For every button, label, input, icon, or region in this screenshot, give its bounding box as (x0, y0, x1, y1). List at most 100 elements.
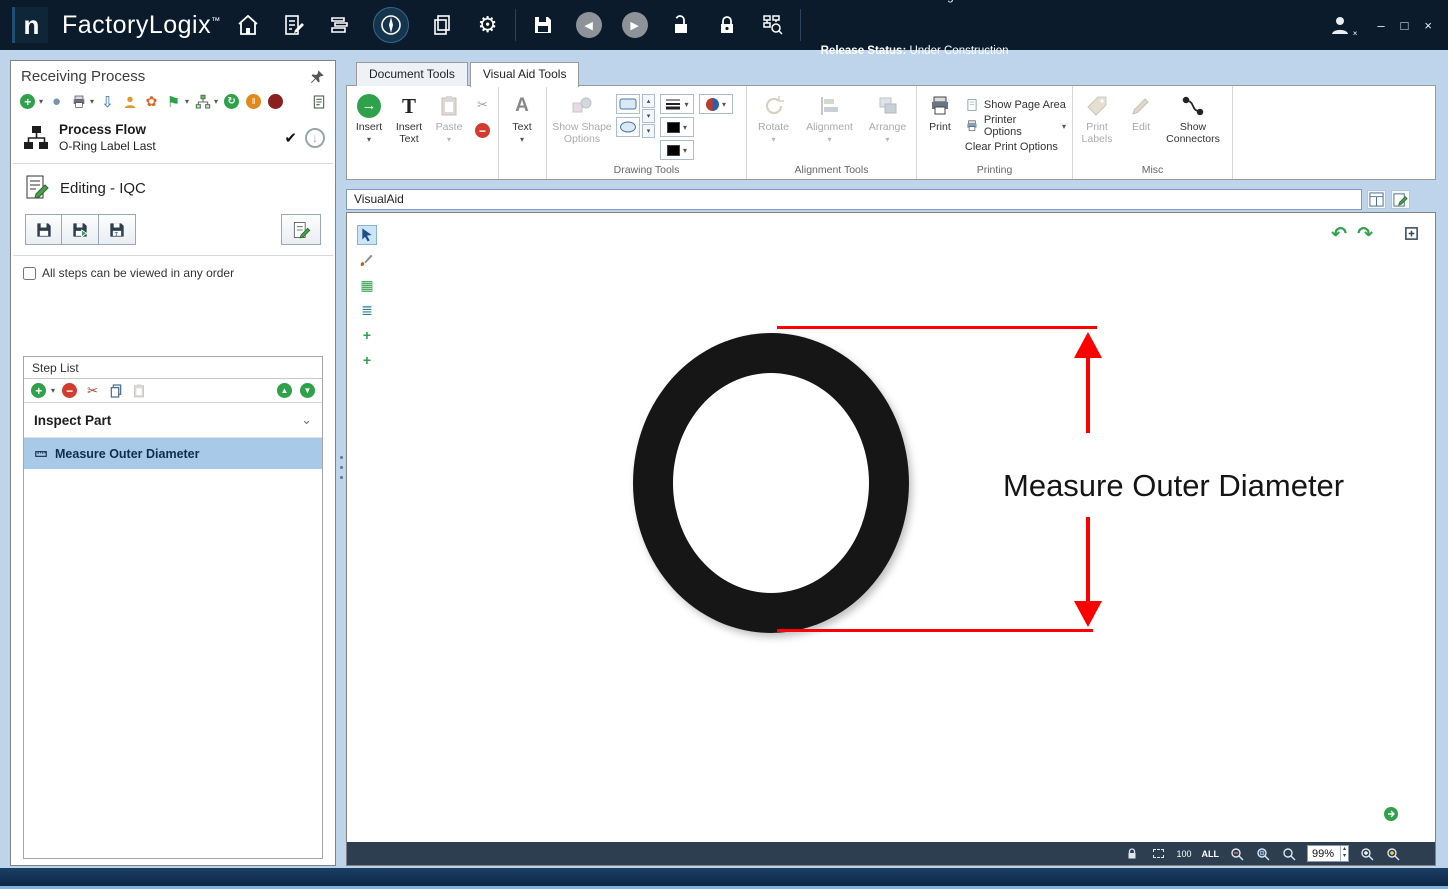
chevron-down-icon[interactable]: ⌄ (301, 412, 312, 428)
forms-icon[interactable] (281, 12, 307, 38)
add-step-dropdown-icon[interactable]: ▾ (51, 386, 55, 395)
step-row-measure-outer-diameter[interactable]: Measure Outer Diameter (24, 438, 322, 469)
release-icon[interactable]: ↻ (223, 93, 240, 110)
forward-icon[interactable]: ▶ (622, 12, 648, 38)
hold-icon[interactable]: ‖ (245, 93, 262, 110)
edit-form-button[interactable] (281, 214, 321, 245)
print-button[interactable]: Print (920, 90, 960, 133)
zoom-spin-up-icon[interactable]: ▴ (1341, 846, 1348, 853)
panel-splitter[interactable] (339, 445, 344, 489)
gallery-more-button[interactable]: ▾ (642, 124, 655, 138)
pin-icon[interactable] (308, 68, 325, 85)
gallery-down-button[interactable]: ▾ (642, 109, 655, 123)
cut-step-icon[interactable]: ✂ (84, 382, 101, 399)
flag-dropdown-icon[interactable]: ▾ (185, 97, 189, 106)
format-brush-icon[interactable] (357, 250, 377, 270)
settings-gear-icon[interactable]: ⚙ (475, 12, 501, 38)
delete-icon[interactable]: − (474, 122, 491, 139)
process-flow-row[interactable]: Process Flow O-Ring Label Last ✔ ↓ (11, 116, 335, 163)
zoom-all-button[interactable]: ALL (1202, 849, 1220, 859)
insert-text-button[interactable]: T Insert Text (390, 90, 428, 145)
maximize-button[interactable]: □ (1401, 18, 1409, 33)
close-button[interactable]: × (1424, 18, 1432, 33)
add-connector-tool-icon[interactable]: + (357, 350, 377, 370)
edit-button[interactable]: Edit (1124, 90, 1158, 133)
paste-button[interactable]: Paste ▾ (430, 90, 468, 144)
selection-zoom-icon[interactable] (1150, 846, 1166, 862)
minimize-button[interactable]: – (1377, 18, 1384, 33)
documents-icon[interactable] (429, 12, 455, 38)
flag-icon[interactable]: ⚑ (165, 93, 182, 110)
zoom-100-button[interactable]: 100 (1176, 849, 1191, 859)
grid-tool-icon[interactable]: ▦ (357, 275, 377, 295)
align-tool-icon[interactable]: ≣ (357, 300, 377, 320)
step-group-row[interactable]: Inspect Part ⌄ (24, 403, 322, 438)
fill-color-picker[interactable]: ▾ (660, 140, 694, 160)
rectangle-shape-button[interactable] (616, 94, 640, 114)
copy-step-icon[interactable] (107, 382, 124, 399)
rotate-button[interactable]: Rotate ▾ (752, 90, 796, 144)
move-step-up-icon[interactable]: ▲ (276, 382, 293, 399)
tree-dropdown-icon[interactable]: ▾ (214, 97, 218, 106)
operator-icon[interactable] (121, 93, 138, 110)
user-icon[interactable]: × (1327, 12, 1353, 38)
import-icon[interactable]: ⇩ (99, 93, 116, 110)
visualaid-name-field[interactable]: VisualAid (346, 189, 1362, 210)
lock-zoom-icon[interactable] (1124, 846, 1140, 862)
redo-icon[interactable]: ↷ (1357, 223, 1373, 246)
edit-visualaid-icon[interactable] (1391, 190, 1410, 209)
select-tool-icon[interactable] (357, 225, 377, 245)
undo-icon[interactable]: ↶ (1331, 223, 1347, 246)
fit-view-icon[interactable] (1383, 806, 1399, 827)
add-dropdown-icon[interactable]: ▾ (39, 97, 43, 106)
save-template-button[interactable]: T (99, 214, 136, 245)
tab-document-tools[interactable]: Document Tools (356, 62, 468, 86)
shape-color-picker[interactable]: ▾ (699, 94, 733, 114)
globe-icon[interactable]: ● (48, 93, 65, 110)
add-step-icon[interactable]: + (30, 382, 47, 399)
printer-options-button[interactable]: Printer Options ▾ (962, 117, 1069, 135)
zoom-spin-arrows[interactable]: ▴ ▾ (1340, 846, 1348, 861)
print-icon[interactable] (70, 93, 87, 110)
show-shape-options-button[interactable]: Show Shape Options (550, 90, 614, 145)
remove-step-icon[interactable]: − (61, 382, 78, 399)
order-checkbox[interactable] (23, 267, 36, 280)
properties-grid-icon[interactable] (1367, 190, 1386, 209)
process-search-icon[interactable] (760, 12, 786, 38)
text-button[interactable]: A Text ▾ (502, 90, 542, 144)
back-icon[interactable]: ◀ (576, 12, 602, 38)
expand-icon[interactable] (1404, 226, 1419, 246)
print-labels-button[interactable]: Print Labels (1076, 90, 1118, 145)
line-style-picker[interactable]: ▾ (660, 94, 694, 114)
clear-print-options-button[interactable]: Clear Print Options (962, 138, 1069, 156)
zoom-fit-icon[interactable] (1385, 846, 1401, 862)
zoom-spin-down-icon[interactable]: ▾ (1341, 853, 1348, 860)
arrange-button[interactable]: Arrange ▾ (864, 90, 912, 144)
tree-icon[interactable] (194, 93, 211, 110)
collapse-circle-icon[interactable]: ↓ (305, 128, 325, 148)
library-icon[interactable] (327, 12, 353, 38)
add-shape-tool-icon[interactable]: + (357, 325, 377, 345)
paste-step-icon[interactable] (130, 382, 147, 399)
insert-button[interactable]: → Insert ▾ (350, 90, 388, 144)
home-icon[interactable] (235, 12, 261, 38)
line-color-picker[interactable]: ▾ (660, 117, 694, 137)
design-canvas[interactable]: ▦ ≣ + + ↶ ↷ Measure Outer Diameter 100 A… (346, 212, 1436, 866)
move-step-down-icon[interactable]: ▼ (299, 382, 316, 399)
print-dropdown-icon[interactable]: ▾ (90, 97, 94, 106)
show-connectors-button[interactable]: Show Connectors (1164, 90, 1222, 145)
compass-navigation-icon[interactable] (373, 7, 409, 43)
save-button[interactable] (25, 214, 62, 245)
save-publish-button[interactable] (62, 214, 99, 245)
show-page-area-button[interactable]: Show Page Area (962, 96, 1069, 114)
zoom-page-icon[interactable] (1281, 846, 1297, 862)
stop-icon[interactable]: ● (267, 93, 284, 110)
gallery-up-button[interactable]: ▴ (642, 94, 655, 108)
notes-icon[interactable] (310, 93, 327, 110)
unlock-icon[interactable] (668, 12, 694, 38)
ellipse-shape-button[interactable] (616, 117, 640, 137)
zoom-region-icon[interactable] (1255, 846, 1271, 862)
zoom-level-spinner[interactable]: 99% ▴ ▾ (1307, 845, 1349, 862)
zoom-out-icon[interactable] (1229, 846, 1245, 862)
options-flower-icon[interactable]: ✿ (143, 93, 160, 110)
